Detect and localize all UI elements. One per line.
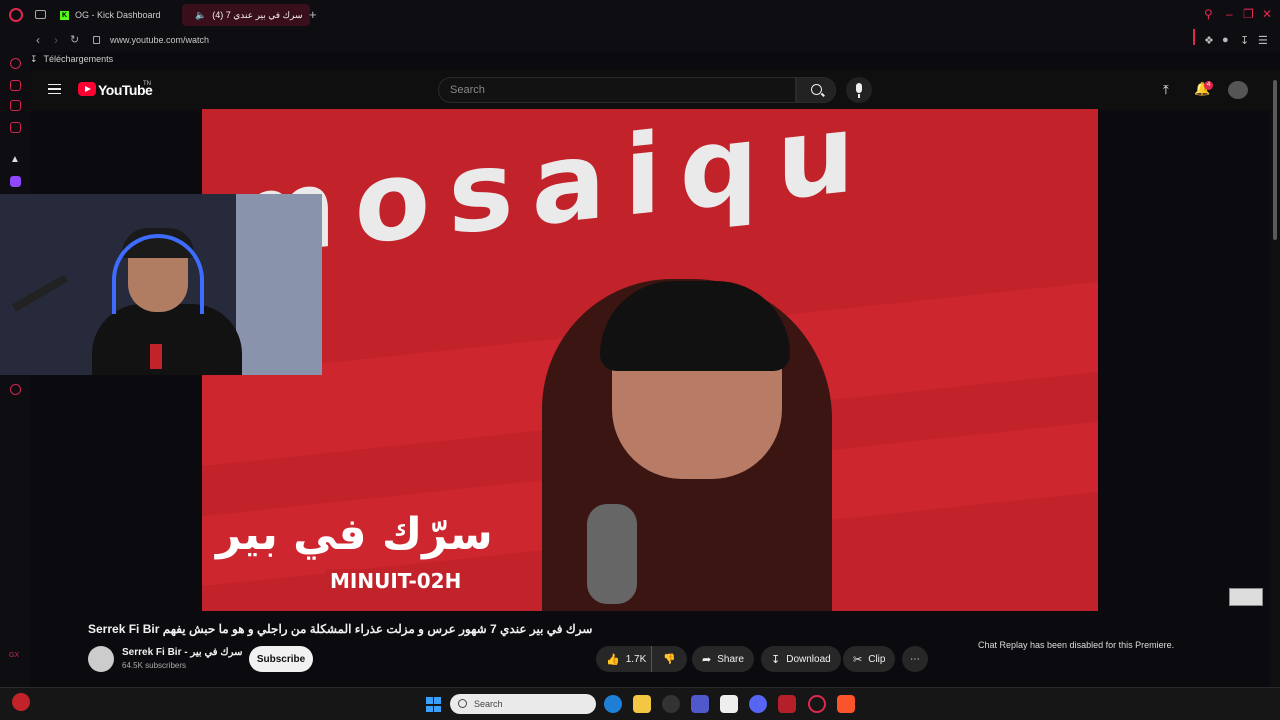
menu-icon[interactable]: ☰ bbox=[1258, 34, 1268, 47]
notification-badge: 4 bbox=[1204, 81, 1213, 90]
taskbar-search-icon bbox=[458, 699, 467, 708]
forward-arrow-icon[interactable]: › bbox=[54, 33, 58, 47]
share-arrow-icon: ➦ bbox=[702, 653, 712, 666]
accent-divider bbox=[1193, 29, 1195, 45]
clip-label: Clip bbox=[868, 653, 886, 665]
tab-label: (4) سرك في بير عندي 7 bbox=[212, 9, 303, 20]
taskbar-search-box[interactable] bbox=[450, 694, 596, 714]
search-button[interactable] bbox=[796, 77, 836, 103]
kick-icon: K bbox=[60, 10, 69, 20]
like-dislike-group: 👍 1.7K 👎 bbox=[596, 646, 687, 672]
opera-logo-icon[interactable] bbox=[9, 8, 23, 22]
new-tab-plus-icon[interactable]: + bbox=[309, 7, 317, 22]
dc-app-icon[interactable] bbox=[720, 695, 738, 713]
webcam-microphone bbox=[150, 344, 162, 369]
webcam-streamer-body bbox=[92, 304, 242, 375]
browser-tab-strip: K OG - Kick Dashboard 🔈 (4) سرك في بير ع… bbox=[0, 0, 1280, 30]
edge-icon[interactable] bbox=[604, 695, 622, 713]
hamburger-menu-icon[interactable] bbox=[48, 84, 61, 94]
profile-icon[interactable]: ● bbox=[1222, 34, 1229, 46]
subscribe-button[interactable]: Subscribe bbox=[249, 646, 313, 672]
maximize-icon[interactable]: ❐ bbox=[1243, 7, 1254, 21]
like-button[interactable]: 👍 1.7K bbox=[596, 646, 652, 672]
minimize-icon[interactable]: – bbox=[1226, 7, 1233, 21]
taskbar-search-label: Search bbox=[474, 699, 503, 709]
thumbs-up-icon: 👍 bbox=[606, 653, 620, 666]
page-scrollbar-thumb[interactable] bbox=[1273, 80, 1277, 240]
music-icon[interactable] bbox=[10, 122, 21, 133]
speaker-icon[interactable]: 🔈 bbox=[195, 10, 206, 21]
file-explorer-icon[interactable] bbox=[633, 695, 651, 713]
video-player[interactable]: mosaiqu سرّك في بير MINUIT-02H bbox=[202, 109, 1098, 611]
chat-icon[interactable] bbox=[10, 100, 21, 111]
like-count: 1.7K bbox=[625, 653, 647, 665]
voice-search-mic-icon[interactable] bbox=[846, 77, 872, 103]
youtube-logo-icon[interactable] bbox=[78, 82, 96, 96]
account-avatar[interactable] bbox=[1228, 81, 1248, 99]
download-label: Download bbox=[786, 653, 831, 665]
tab-kick-dashboard[interactable]: K OG - Kick Dashboard bbox=[52, 4, 178, 26]
channel-name[interactable]: Serrek Fi Bir - سرك في بير bbox=[122, 647, 243, 658]
reload-icon[interactable]: ↻ bbox=[70, 33, 79, 46]
tab-overview-icon[interactable] bbox=[35, 10, 46, 19]
settings-gear-icon[interactable] bbox=[10, 384, 21, 395]
download-button[interactable]: ↧ Download bbox=[761, 646, 841, 672]
video-overlay-tag: MINUIT-02H bbox=[326, 569, 466, 593]
youtube-header: YouTube TN ⤒ 🔔 4 bbox=[30, 70, 1270, 110]
studio-microphone bbox=[587, 504, 637, 604]
obs-icon[interactable] bbox=[662, 695, 680, 713]
discord-icon[interactable] bbox=[749, 695, 767, 713]
extensions-icon[interactable]: ❖ bbox=[1204, 34, 1214, 47]
gx-icon[interactable]: GX bbox=[9, 652, 19, 659]
video-title: Serrek Fi Bir سرك في بير عندي 7 شهور عرس… bbox=[88, 622, 593, 636]
channel-watermark-thumbnail[interactable] bbox=[1229, 588, 1263, 606]
download-bookmark-icon: ↧ bbox=[30, 53, 38, 64]
downloads-icon[interactable]: ↧ bbox=[1240, 34, 1249, 47]
more-dots-icon: ⋯ bbox=[910, 653, 920, 665]
upload-icon[interactable]: ⤒ bbox=[1163, 82, 1169, 98]
aria-icon[interactable] bbox=[10, 58, 21, 69]
channel-avatar[interactable] bbox=[88, 646, 114, 672]
video-overlay-title: سرّك في بير bbox=[216, 509, 493, 560]
teams-icon[interactable] bbox=[691, 695, 709, 713]
bookmarks-bar: ↧ Téléchargements bbox=[30, 52, 113, 66]
scissors-icon: ✂ bbox=[853, 653, 863, 666]
chat-replay-message: Chat Replay has been disabled for this P… bbox=[978, 640, 1175, 650]
search-input[interactable] bbox=[439, 78, 795, 102]
brave-icon[interactable] bbox=[837, 695, 855, 713]
share-button[interactable]: ➦ Share bbox=[692, 646, 754, 672]
address-bar: ‹ › ↻ www.youtube.com/watch ❖ ● ↧ ☰ bbox=[0, 30, 1280, 52]
windows-start-icon[interactable] bbox=[426, 697, 441, 712]
webcam-overlay bbox=[0, 194, 322, 375]
clip-button[interactable]: ✂ Clip bbox=[843, 646, 896, 672]
subscriber-count: 64.5K subscribers bbox=[122, 661, 187, 670]
lock-icon bbox=[93, 36, 100, 44]
webcam-curtain bbox=[236, 194, 322, 375]
dislike-button[interactable]: 👎 bbox=[652, 646, 687, 672]
search-field-wrapper bbox=[438, 77, 796, 103]
download-icon: ↧ bbox=[771, 653, 781, 666]
country-code: TN bbox=[143, 81, 151, 87]
share-label: Share bbox=[717, 653, 744, 665]
thumbs-down-icon: 👎 bbox=[663, 653, 676, 665]
back-arrow-icon[interactable]: ‹ bbox=[36, 33, 40, 47]
bookmark-telechargements[interactable]: Téléchargements bbox=[44, 54, 114, 64]
kick-sidebar-icon[interactable]: ▲ bbox=[10, 154, 20, 165]
app-icon[interactable] bbox=[778, 695, 796, 713]
close-icon[interactable]: ✕ bbox=[1262, 7, 1272, 21]
taskbar-weather-icon[interactable] bbox=[12, 693, 30, 711]
twitch-icon[interactable] bbox=[10, 176, 21, 187]
tab-youtube-video[interactable]: 🔈 (4) سرك في بير عندي 7 bbox=[182, 4, 310, 26]
more-actions-button[interactable]: ⋯ bbox=[902, 646, 928, 672]
opera-gx-taskbar-icon[interactable] bbox=[808, 695, 826, 713]
search-tabs-icon[interactable]: ⚲ bbox=[1204, 7, 1213, 21]
messenger-icon[interactable] bbox=[10, 80, 21, 91]
webcam-mic-arm bbox=[12, 274, 68, 312]
url-field[interactable]: www.youtube.com/watch bbox=[110, 35, 209, 45]
tab-label: OG - Kick Dashboard bbox=[75, 10, 161, 20]
